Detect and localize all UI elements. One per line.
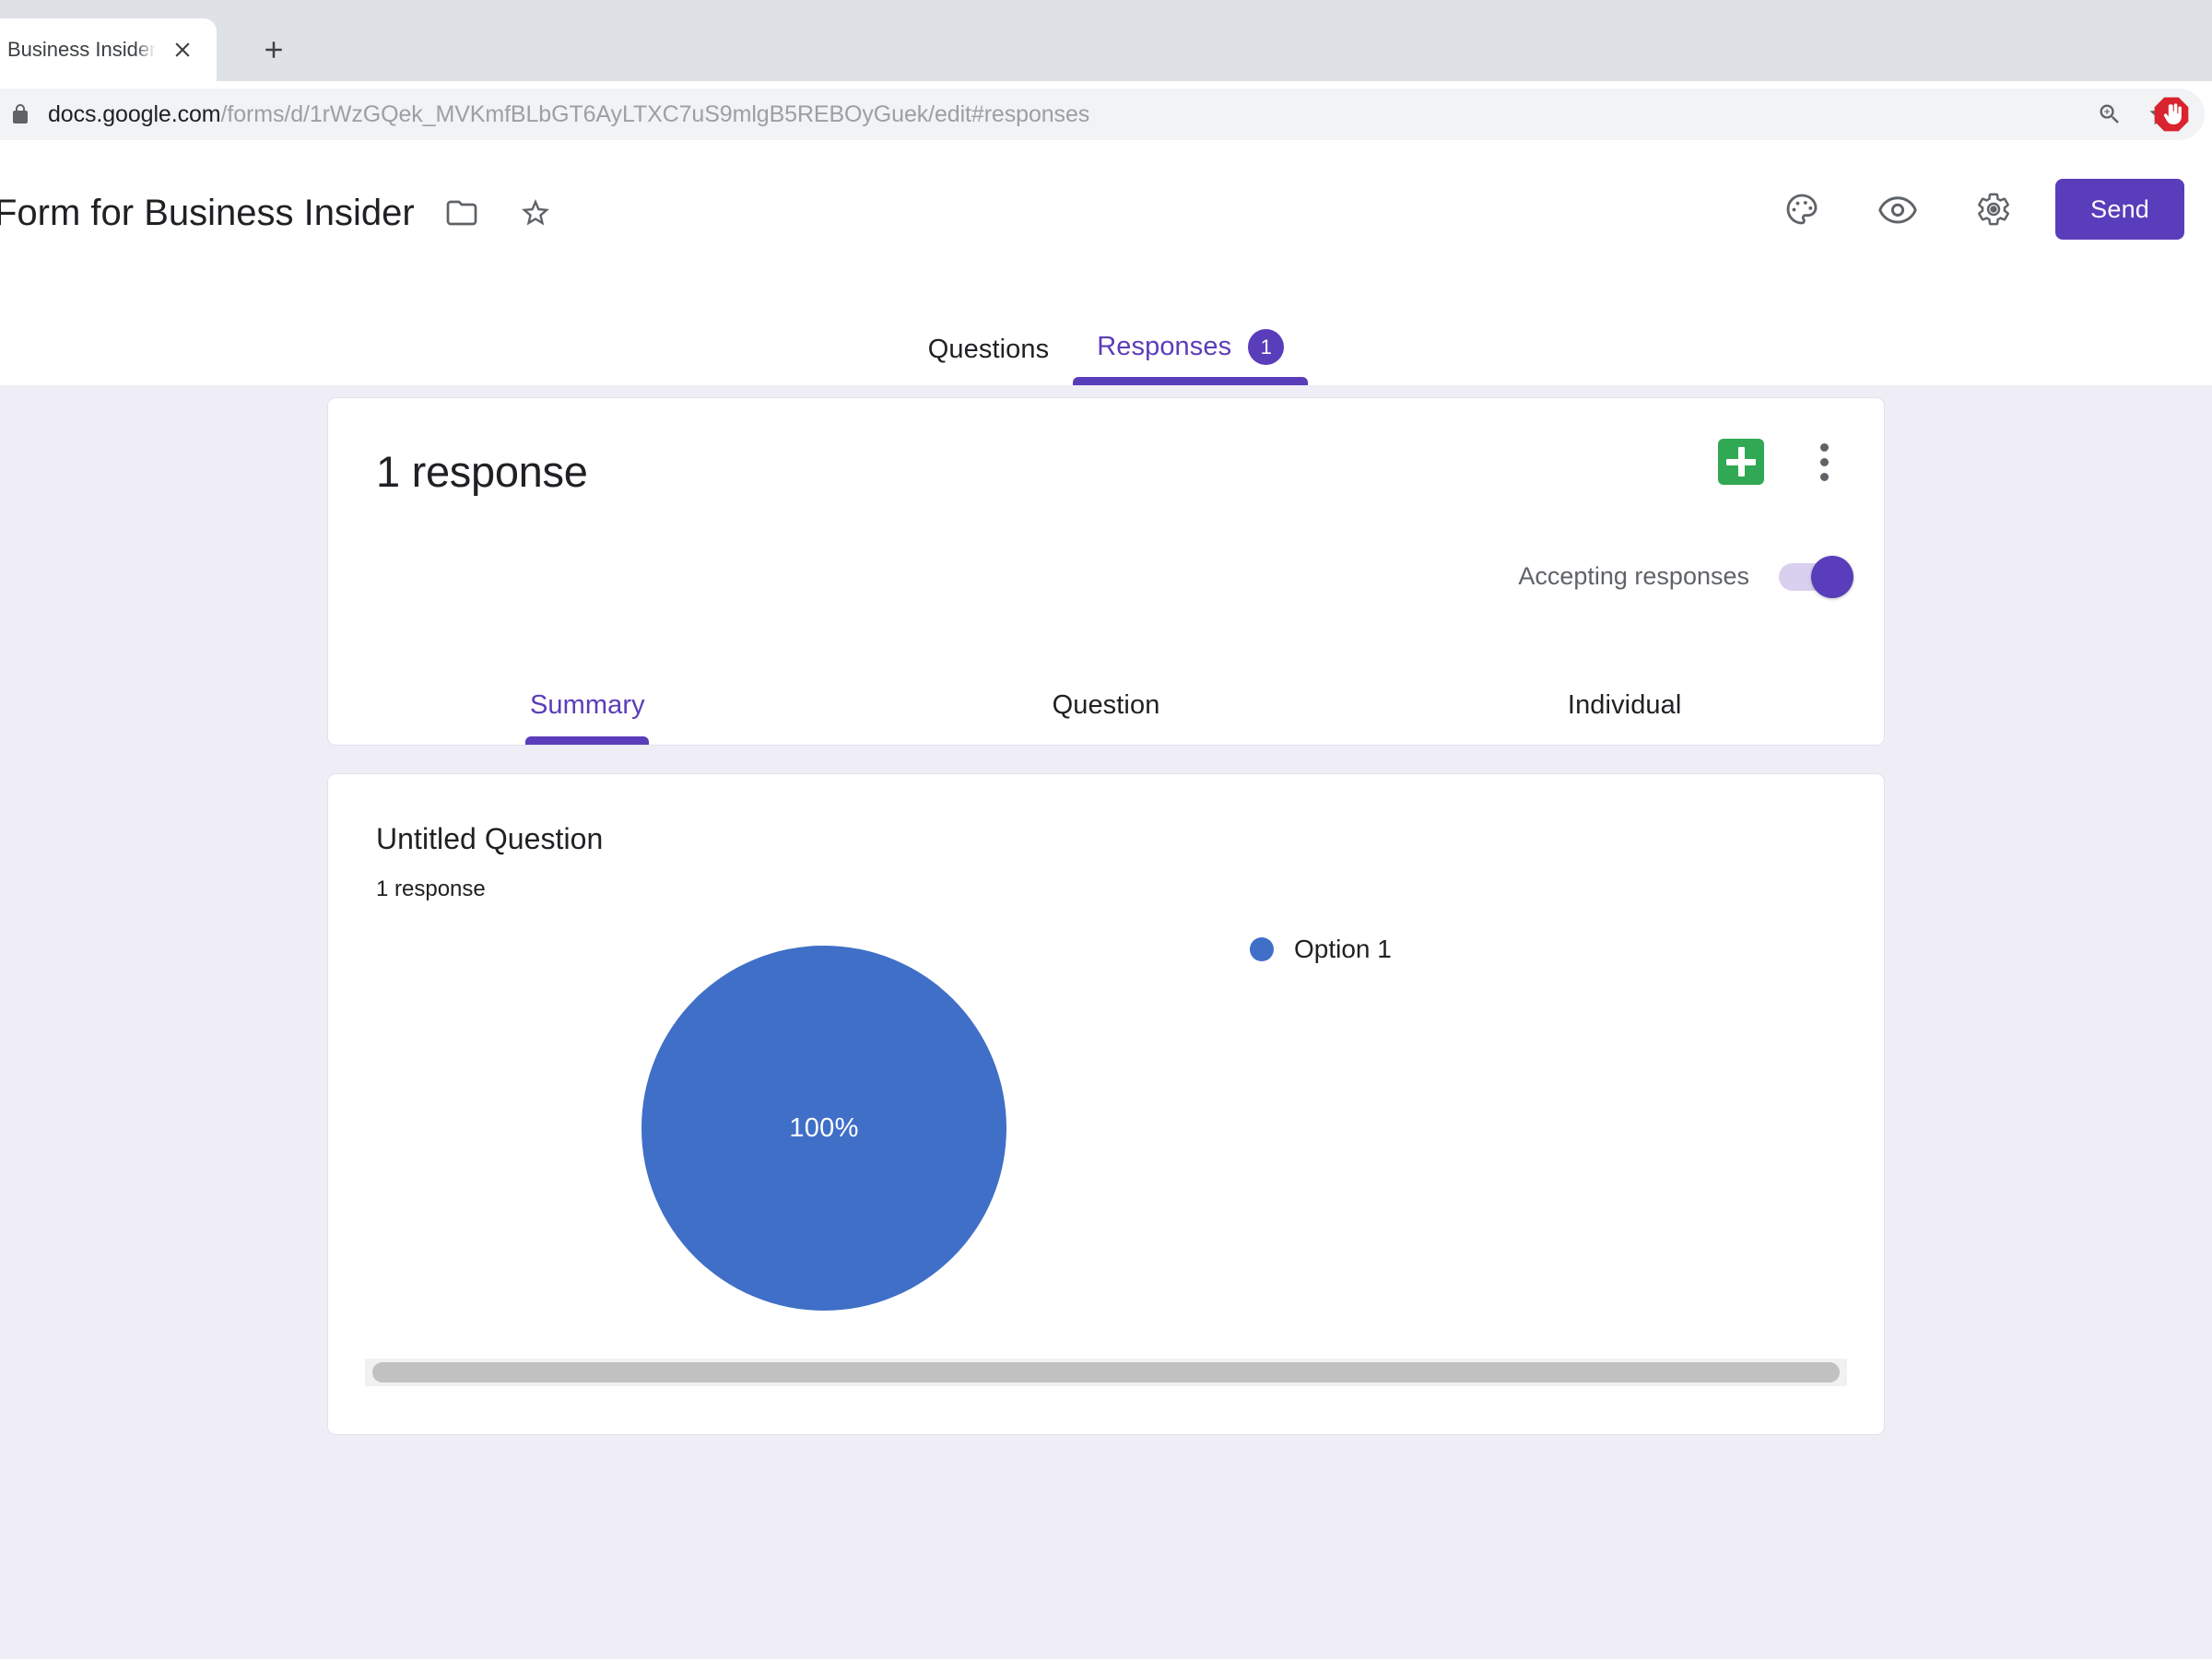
responses-count-badge: 1 (1248, 329, 1285, 365)
close-icon[interactable] (169, 36, 196, 64)
folder-icon[interactable] (435, 186, 488, 240)
scrollbar-thumb[interactable] (372, 1362, 1840, 1382)
summary-card-actions (1718, 437, 1849, 487)
sub-tab-question[interactable]: Question (847, 690, 1366, 745)
browser-tab-business-insider[interactable]: Business Insider (0, 18, 217, 81)
tab-questions-label: Questions (927, 335, 1050, 364)
pie-chart: 100% Option 1 (328, 912, 1884, 1317)
forms-header: Form for Business Insider Send (0, 147, 2212, 295)
legend-label-option-1: Option 1 (1294, 935, 1392, 963)
eye-preview-icon[interactable] (1864, 175, 1932, 243)
lock-icon (9, 103, 31, 125)
tab-questions[interactable]: Questions (904, 335, 1073, 385)
forms-header-actions: Send (1768, 175, 2184, 243)
url-text: docs.google.com/forms/d/1rWzGQek_MVKmfBL… (48, 101, 2088, 128)
tab-title: Business Insider (7, 38, 157, 61)
sub-tab-individual[interactable]: Individual (1365, 690, 1884, 745)
responses-sub-tabs: Summary Question Individual (328, 656, 1884, 745)
responses-page-body: 1 response Accepting responses Summary Q… (0, 385, 2212, 1659)
plus-icon (265, 41, 282, 58)
google-sheets-create-icon[interactable] (1718, 439, 1764, 485)
browser-tab-strip-area: Business Insider (0, 0, 2212, 81)
new-tab-button[interactable] (250, 26, 298, 74)
pie-slice-option-1[interactable]: 100% (641, 946, 1006, 1311)
palette-icon[interactable] (1768, 175, 1836, 243)
sub-tab-question-label: Question (1052, 690, 1160, 720)
gear-settings-icon[interactable] (1959, 175, 2028, 243)
accepting-responses-toggle[interactable] (1779, 555, 1853, 598)
pie-slice-percentage-label: 100% (789, 1112, 859, 1143)
more-vert-icon[interactable] (1799, 437, 1849, 487)
question-response-count: 1 response (376, 877, 486, 901)
forms-main-tabs: Questions Responses 1 (0, 295, 2212, 385)
legend-swatch-option-1 (1250, 937, 1274, 961)
adblock-icon[interactable] (2151, 94, 2192, 135)
omnibox-bar: docs.google.com/forms/d/1rWzGQek_MVKmfBL… (0, 81, 2212, 147)
zoom-in-icon[interactable] (2088, 93, 2131, 135)
url-host: docs.google.com (48, 100, 221, 127)
response-count-heading: 1 response (376, 447, 588, 496)
sub-tab-summary-label: Summary (529, 690, 645, 720)
tab-responses[interactable]: Responses 1 (1073, 329, 1309, 385)
legend-item: Option 1 (1250, 935, 1392, 964)
responses-summary-card: 1 response Accepting responses Summary Q… (327, 397, 1885, 746)
form-title[interactable]: Form for Business Insider (0, 193, 415, 234)
browser-extensions: h (2151, 94, 2212, 135)
send-button[interactable]: Send (2055, 179, 2184, 240)
chart-horizontal-scrollbar[interactable] (365, 1359, 1847, 1386)
question-summary-card: Untitled Question 1 response 100% Option… (327, 773, 1885, 1435)
chart-legend: Option 1 (1250, 935, 1392, 964)
tab-strip: Business Insider (0, 0, 2212, 81)
star-outline-icon[interactable] (509, 186, 562, 240)
sub-tab-individual-label: Individual (1567, 690, 1682, 720)
accepting-responses-row: Accepting responses (1518, 555, 1853, 598)
toggle-knob (1811, 555, 1853, 598)
question-title: Untitled Question (376, 822, 604, 855)
accepting-responses-label: Accepting responses (1518, 562, 1749, 590)
address-bar[interactable]: docs.google.com/forms/d/1rWzGQek_MVKmfBL… (0, 88, 2205, 140)
url-path: /forms/d/1rWzGQek_MVKmfBLbGT6AyLTXC7uS9m… (220, 100, 1090, 127)
sub-tab-summary[interactable]: Summary (328, 690, 847, 745)
tab-responses-label: Responses (1097, 332, 1232, 361)
